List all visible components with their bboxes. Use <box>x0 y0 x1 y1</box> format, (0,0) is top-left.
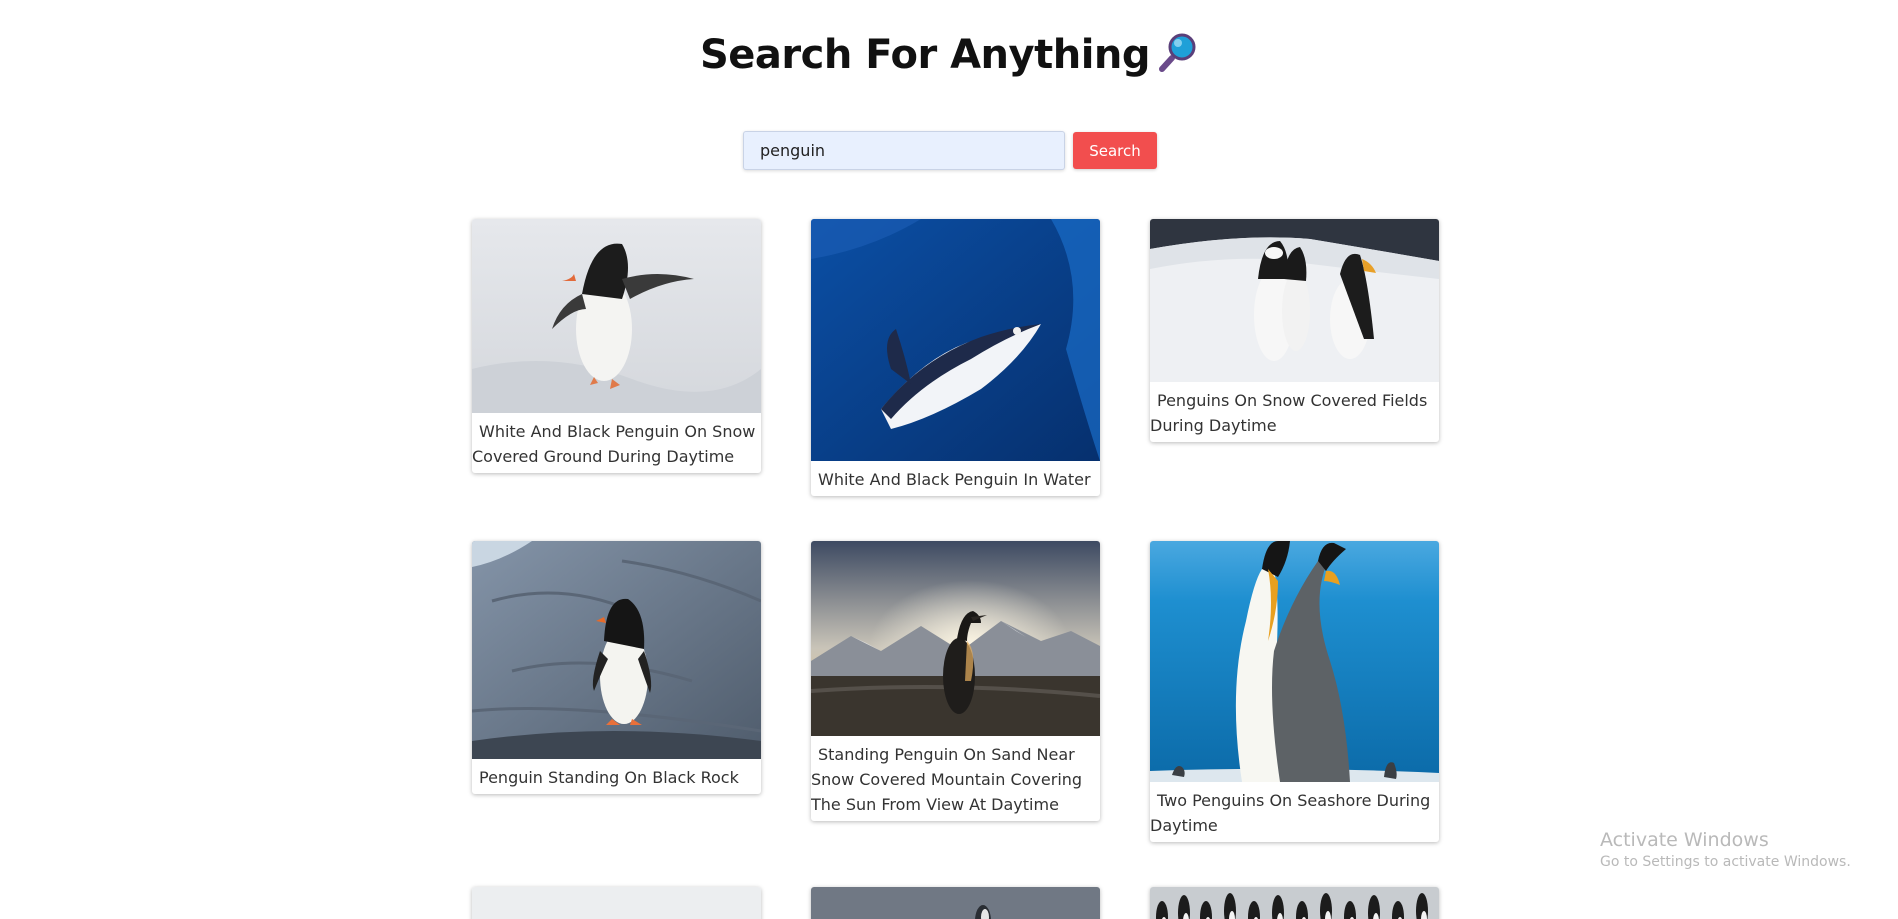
watermark-title: Activate Windows <box>1600 829 1769 851</box>
result-image[interactable] <box>472 887 761 919</box>
result-card[interactable] <box>811 887 1100 919</box>
result-image[interactable] <box>811 887 1100 919</box>
result-image[interactable] <box>811 541 1100 736</box>
page: Search For Anything Search <box>0 0 1898 919</box>
result-card[interactable]: Standing Penguin On Sand Near Snow Cover… <box>811 541 1100 821</box>
result-caption: Penguins On Snow Covered Fields During D… <box>1150 391 1428 435</box>
result-card[interactable] <box>1150 887 1439 919</box>
watermark-subtitle: Go to Settings to activate Windows. <box>1600 854 1851 870</box>
page-title: Search For Anything <box>0 28 1898 82</box>
result-card[interactable]: Penguins On Snow Covered Fields During D… <box>1150 219 1439 442</box>
magnifying-glass-icon <box>1158 32 1198 72</box>
result-caption: White And Black Penguin In Water <box>818 470 1091 489</box>
result-image[interactable] <box>472 219 761 413</box>
result-image[interactable] <box>472 541 761 759</box>
result-image[interactable] <box>1150 219 1439 382</box>
result-caption: White And Black Penguin On Snow Covered … <box>472 422 756 466</box>
search-button[interactable]: Search <box>1073 132 1157 169</box>
result-card[interactable]: Two Penguins On Seashore During Daytime <box>1150 541 1439 842</box>
result-caption: Two Penguins On Seashore During Daytime <box>1150 791 1431 835</box>
result-caption: Standing Penguin On Sand Near Snow Cover… <box>811 745 1083 814</box>
page-title-text: Search For Anything <box>699 32 1151 78</box>
search-input[interactable] <box>743 131 1065 170</box>
search-bar: Search <box>0 131 1898 171</box>
result-card[interactable]: White And Black Penguin On Snow Covered … <box>472 219 761 473</box>
activate-windows-watermark: Activate Windows Go to Settings to activ… <box>1600 828 1851 872</box>
result-image[interactable] <box>1150 887 1439 919</box>
result-card[interactable] <box>472 887 761 919</box>
result-image[interactable] <box>1150 541 1439 782</box>
result-caption: Penguin Standing On Black Rock <box>479 768 739 787</box>
result-card[interactable]: Penguin Standing On Black Rock <box>472 541 761 794</box>
result-card[interactable]: White And Black Penguin In Water <box>811 219 1100 496</box>
result-image[interactable] <box>811 219 1100 461</box>
